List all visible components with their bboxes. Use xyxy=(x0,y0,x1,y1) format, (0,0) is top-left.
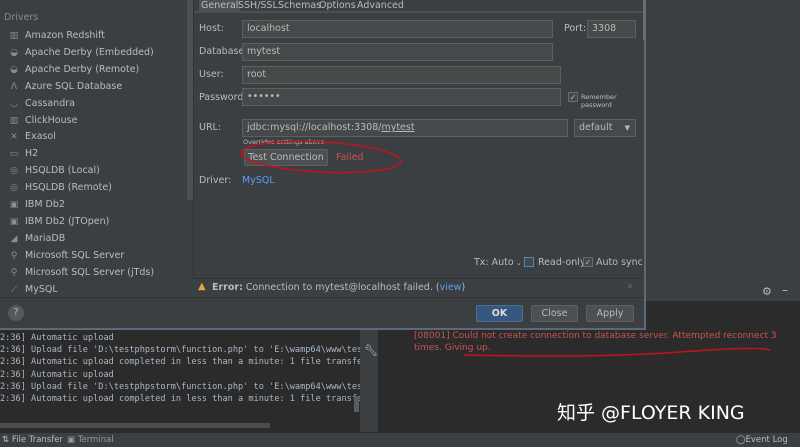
annotation-layer xyxy=(0,0,800,447)
red-underline-annotation xyxy=(464,348,770,356)
red-ellipse-annotation xyxy=(240,138,401,176)
